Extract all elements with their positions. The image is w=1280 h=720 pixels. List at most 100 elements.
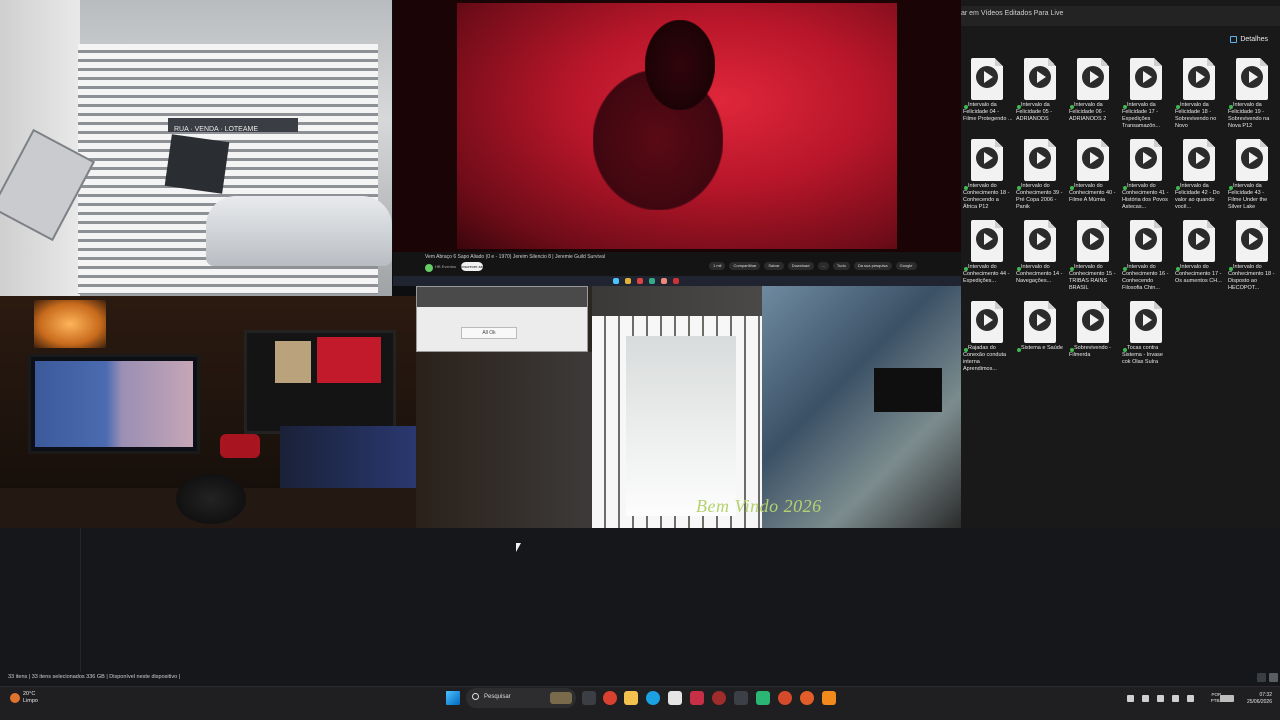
- file-item[interactable]: Intervalo do Conhecimento 18 - Disposto …: [1227, 220, 1280, 301]
- file-item[interactable]: Intervalo do Conhecimento 40 - Filme A M…: [1068, 139, 1121, 220]
- file-item[interactable]: Sistema e Saúde: [1015, 301, 1068, 382]
- subscribe-label: Inscrever-se: [461, 264, 484, 269]
- file-item[interactable]: Intervalo do Conhecimento 16 - Conhecend…: [1121, 220, 1174, 301]
- file-item[interactable]: Intervalo da Felicidade 42 - Do valor ao…: [1174, 139, 1227, 220]
- clock-date: 25/06/2026: [1246, 699, 1272, 705]
- details-view-icon[interactable]: [1257, 673, 1266, 682]
- file-item[interactable]: Intervalo do Conhecimento 15 - TRIBAS RA…: [1068, 220, 1121, 301]
- file-item[interactable]: Intervalo da Felicidade 17 - Expedições …: [1121, 58, 1174, 139]
- like-button[interactable]: 1 mil: [709, 262, 726, 270]
- chrome-icon[interactable]: [603, 691, 617, 705]
- file-item[interactable]: Intervalo do Conhecimento 17 - Os aument…: [1174, 220, 1227, 301]
- windows-start-icon[interactable]: [446, 691, 460, 705]
- play-icon: [1029, 147, 1051, 169]
- file-item[interactable]: Sobrevivendo - Filmerda: [1068, 301, 1121, 382]
- explorer-empty-area[interactable]: [0, 528, 1280, 686]
- video-file-icon: [1024, 139, 1056, 181]
- monitor-lower: [280, 426, 416, 490]
- file-item[interactable]: Intervalo do Conhecimento 39 - Pré Copa …: [1015, 139, 1068, 220]
- play-icon: [976, 309, 998, 331]
- file-item[interactable]: Tocas contra Sistema - Invase cok Olas S…: [1121, 301, 1174, 382]
- play-icon: [1082, 147, 1104, 169]
- play-icon: [1029, 228, 1051, 250]
- tiles-view-icon[interactable]: [1269, 673, 1278, 682]
- mouse-cursor-icon: [516, 543, 521, 552]
- file-item[interactable]: Intervalo da Felicidade 19 - Sobrevivend…: [1227, 58, 1280, 139]
- file-item[interactable]: Intervalo da Felicidade 04 - Filme Prote…: [962, 58, 1015, 139]
- media-app-icon[interactable]: [690, 691, 704, 705]
- file-name: Intervalo da Felicidade 18 - Sobrevivend…: [1175, 102, 1217, 129]
- play-icon: [1188, 66, 1210, 88]
- play-icon: [976, 228, 998, 250]
- file-item[interactable]: Intervalo do Conhecimento 41 - História …: [1121, 139, 1174, 220]
- weather-widget[interactable]: 20°C Limpo: [10, 691, 38, 705]
- channel-avatar[interactable]: [425, 264, 433, 272]
- chrome-profile-icon[interactable]: [778, 691, 792, 705]
- monitor-left: [28, 354, 200, 454]
- video-title[interactable]: Vem Abraço 6 Sapo Aliado (0 e - 1970) Je…: [425, 254, 605, 260]
- dialog-ok-button[interactable]: All Ok: [461, 327, 517, 339]
- download-button[interactable]: Download: [787, 262, 814, 270]
- chip-google[interactable]: Google: [895, 262, 917, 270]
- address-bar[interactable]: ar em Vídeos Editados Para Live: [961, 6, 1280, 26]
- chip-all[interactable]: Tudo: [832, 262, 850, 270]
- tray-usb-icon[interactable]: [1172, 695, 1179, 702]
- dialog-window: All Ok: [416, 286, 588, 352]
- monitor-right-red-tile: [317, 337, 381, 383]
- video-file-icon: [1236, 139, 1268, 181]
- taskbar-search[interactable]: Pesquisar: [466, 688, 576, 708]
- file-item[interactable]: Intervalo da Felicidade 06 - ADRIANODS 2: [1068, 58, 1121, 139]
- pane-divider[interactable]: [80, 528, 81, 674]
- clock[interactable]: 07:32 25/06/2026: [1247, 692, 1272, 706]
- tray-bluetooth-icon[interactable]: [1187, 695, 1194, 702]
- file-explorer-icon[interactable]: [624, 691, 638, 705]
- file-name: Intervalo do Conhecimento 18 - Conhecend…: [963, 183, 1010, 210]
- save-button[interactable]: Salvar: [764, 262, 784, 270]
- notepad-icon[interactable]: [668, 691, 682, 705]
- video-file-icon: [1130, 139, 1162, 181]
- channel-name[interactable]: HB Eventos: [435, 264, 456, 269]
- obs-icon[interactable]: [712, 691, 726, 705]
- chrome-profile2-icon[interactable]: [800, 691, 814, 705]
- nested-app-icon: [649, 278, 655, 284]
- play-icon: [1188, 147, 1210, 169]
- subscribe-button[interactable]: Inscrever-se: [461, 262, 483, 271]
- wall-tv: [874, 368, 942, 412]
- camera-feed-gate: RUA · VENDA · LOTEAME: [0, 0, 392, 296]
- terminal-icon[interactable]: [734, 691, 748, 705]
- parked-car: [206, 196, 392, 266]
- vlc-icon[interactable]: [822, 691, 836, 705]
- file-item[interactable]: Intervalo da Felicidade 05 - ADRIANODS: [1015, 58, 1068, 139]
- file-item[interactable]: Intervalo da Felicidade 18 - Sobrevivend…: [1174, 58, 1227, 139]
- video-player[interactable]: [393, 0, 961, 252]
- edge-icon[interactable]: [646, 691, 660, 705]
- file-name: Intervalo da Felicidade 19 - Sobrevivend…: [1228, 102, 1270, 129]
- share-button[interactable]: Compartilhar: [729, 262, 761, 270]
- file-item[interactable]: Rajadas do Conexão conduta interna Apren…: [962, 301, 1015, 382]
- video-file-icon: [971, 220, 1003, 262]
- video-file-icon: [971, 139, 1003, 181]
- weather-text: 20°C Limpo: [23, 691, 38, 705]
- weather-temp: 20°C: [23, 691, 36, 697]
- tray-app-icon[interactable]: [1157, 695, 1164, 702]
- spreadsheet-icon[interactable]: [756, 691, 770, 705]
- graffiti-wall-left: [416, 352, 596, 528]
- details-button[interactable]: Detalhes: [1230, 36, 1268, 43]
- red-object: [220, 434, 260, 458]
- tray-cloud-icon[interactable]: [1142, 695, 1149, 702]
- file-item[interactable]: Intervalo do Conhecimento 18 - Conhecend…: [962, 139, 1015, 220]
- file-item[interactable]: Intervalo da Felicidade 43 - Filme Under…: [1227, 139, 1280, 220]
- file-item[interactable]: Intervalo do Conhecimento 44 - Expediçõe…: [962, 220, 1015, 301]
- task-view-icon[interactable]: [582, 691, 596, 705]
- nested-app2-icon: [661, 278, 667, 284]
- network-volume-icon[interactable]: [1220, 695, 1234, 702]
- file-item[interactable]: Intervalo do Conhecimento 14 - Navegaçõe…: [1015, 220, 1068, 301]
- tray-chevron-icon[interactable]: [1127, 695, 1134, 702]
- play-icon: [1188, 228, 1210, 250]
- play-icon: [1135, 147, 1157, 169]
- weather-icon: [10, 693, 20, 703]
- video-file-icon: [971, 58, 1003, 100]
- more-button[interactable]: ...: [817, 262, 829, 270]
- chip-from-search[interactable]: Da sua pesquisa: [853, 262, 892, 270]
- video-file-icon: [1183, 58, 1215, 100]
